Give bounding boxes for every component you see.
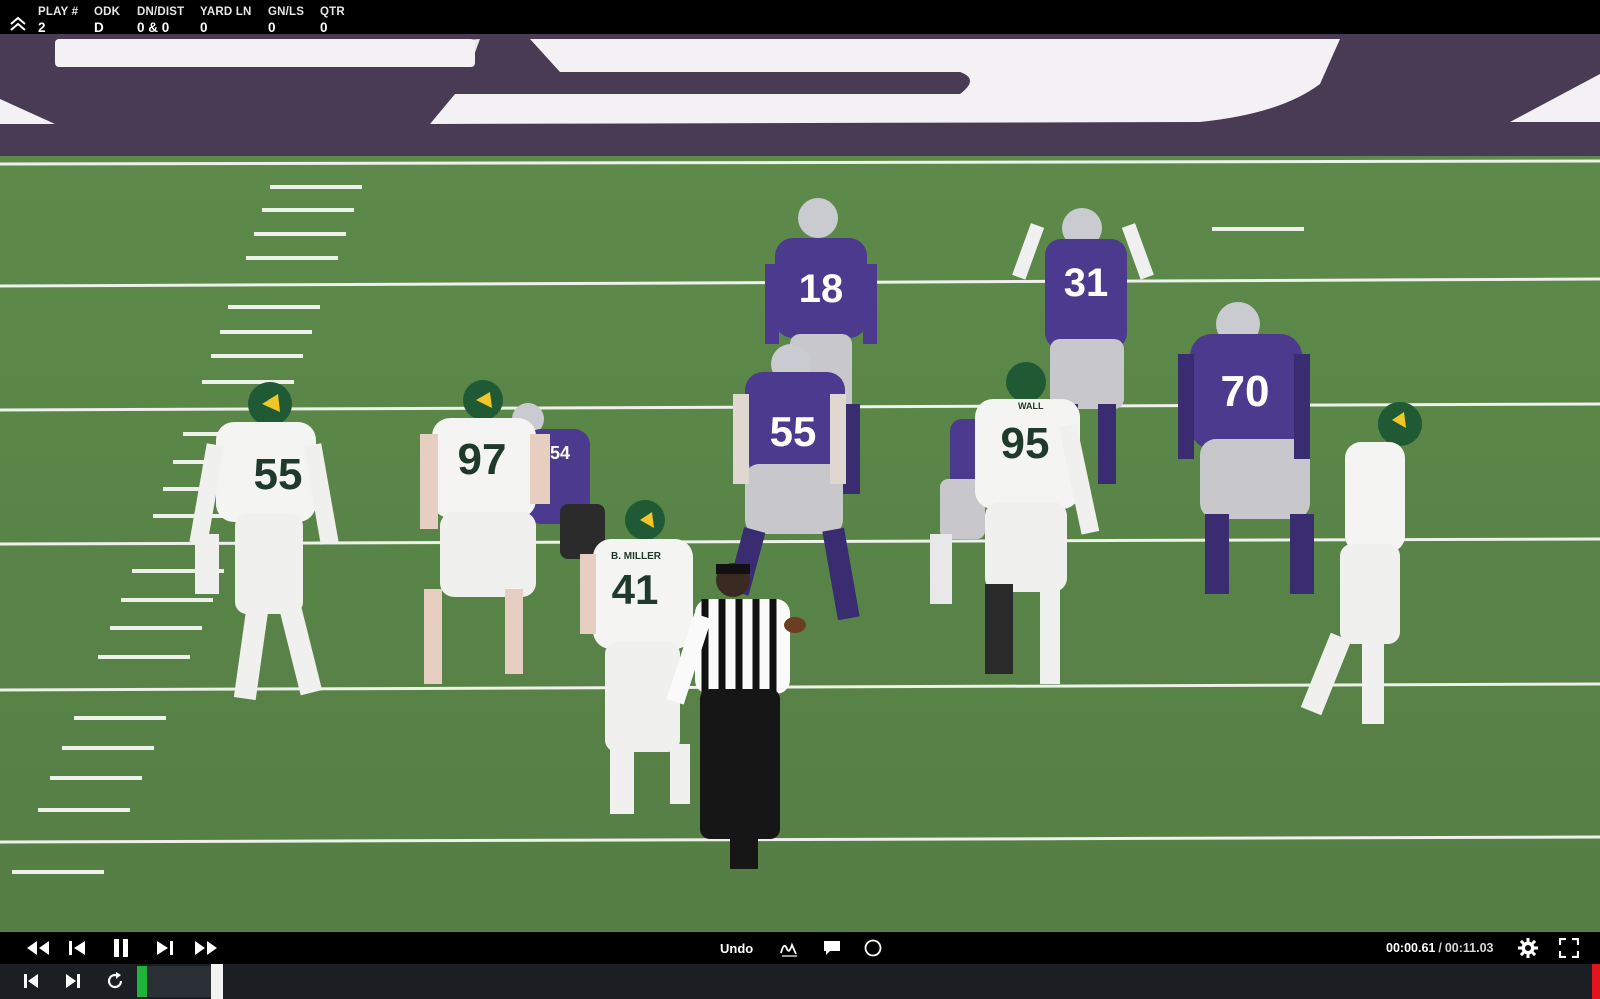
replay-icon[interactable] <box>104 971 126 991</box>
duration: 00:11.03 <box>1444 941 1494 955</box>
undo-button[interactable]: Undo <box>720 941 753 956</box>
player-name: B. MILLER <box>611 551 662 562</box>
timeline-end-marker <box>1592 964 1600 999</box>
current-time: 00:00.61 <box>1386 941 1436 955</box>
time-display: 00:00.61/00:11.03 <box>1386 941 1494 955</box>
jersey-number: 55 <box>254 450 303 499</box>
clip-progress[interactable] <box>147 966 211 997</box>
gain-loss-value: 0 <box>268 20 276 35</box>
odk-label: ODK <box>94 6 121 18</box>
quarter-value: 0 <box>320 20 328 35</box>
play-info-bar: PLAY # 2 ODK D DN/DIST 0 & 0 YARD LN 0 G… <box>0 0 1600 35</box>
gain-loss-label: GN/LS <box>268 6 305 18</box>
gear-icon[interactable] <box>1516 938 1540 958</box>
clip-timeline-strip <box>0 964 1600 999</box>
odk-stat: ODK D <box>94 6 120 35</box>
step-back-icon[interactable] <box>66 938 88 958</box>
yard-line-stat: YARD LN 0 <box>200 6 251 35</box>
jersey-number: 54 <box>550 443 570 463</box>
current-clip-marker[interactable] <box>137 966 147 997</box>
player-name: WALL <box>1018 401 1044 411</box>
odk-value: D <box>94 20 104 35</box>
time-separator: / <box>1438 941 1442 955</box>
skip-start-icon[interactable] <box>20 971 42 991</box>
football <box>784 617 806 633</box>
fullscreen-icon[interactable] <box>1558 938 1580 958</box>
video-frame[interactable]: 18 31 70 55 54 55 97 B. MILLER 41 WALL 9… <box>0 34 1600 932</box>
jersey-number: 70 <box>1221 367 1270 416</box>
quarter-stat: QTR 0 <box>320 6 345 35</box>
jersey-number: 18 <box>799 267 844 311</box>
skip-next-icon[interactable] <box>62 971 84 991</box>
rewind-icon[interactable] <box>24 938 52 958</box>
gain-loss-stat: GN/LS 0 <box>268 6 304 35</box>
yard-line-value: 0 <box>200 20 208 35</box>
step-forward-icon[interactable] <box>154 938 176 958</box>
jersey-number: 97 <box>458 435 507 484</box>
jersey-number: 31 <box>1064 261 1109 305</box>
jersey-number: 95 <box>1001 419 1050 468</box>
fast-forward-icon[interactable] <box>192 938 220 958</box>
play-number-value: 2 <box>38 20 46 35</box>
jersey-number: 41 <box>612 566 659 613</box>
circle-icon[interactable] <box>862 938 884 958</box>
quarter-label: QTR <box>320 6 345 18</box>
down-distance-value: 0 & 0 <box>137 20 170 35</box>
comment-icon[interactable] <box>821 938 843 958</box>
play-number-stat: PLAY # 2 <box>38 6 78 35</box>
down-distance-label: DN/DIST <box>137 6 185 18</box>
playback-controls: Undo 00:00.61/00:11.03 <box>0 932 1600 964</box>
collapse-chevron-icon[interactable] <box>8 13 28 33</box>
timeline-playhead[interactable] <box>211 964 223 999</box>
yard-line-label: YARD LN <box>200 6 252 18</box>
down-distance-stat: DN/DIST 0 & 0 <box>137 6 184 35</box>
play-number-label: PLAY # <box>38 6 79 18</box>
football-field-scene: 18 31 70 55 54 55 97 B. MILLER 41 WALL 9… <box>0 34 1600 932</box>
draw-icon[interactable] <box>778 938 800 958</box>
pause-icon[interactable] <box>110 938 132 958</box>
jersey-number: 55 <box>770 408 817 455</box>
